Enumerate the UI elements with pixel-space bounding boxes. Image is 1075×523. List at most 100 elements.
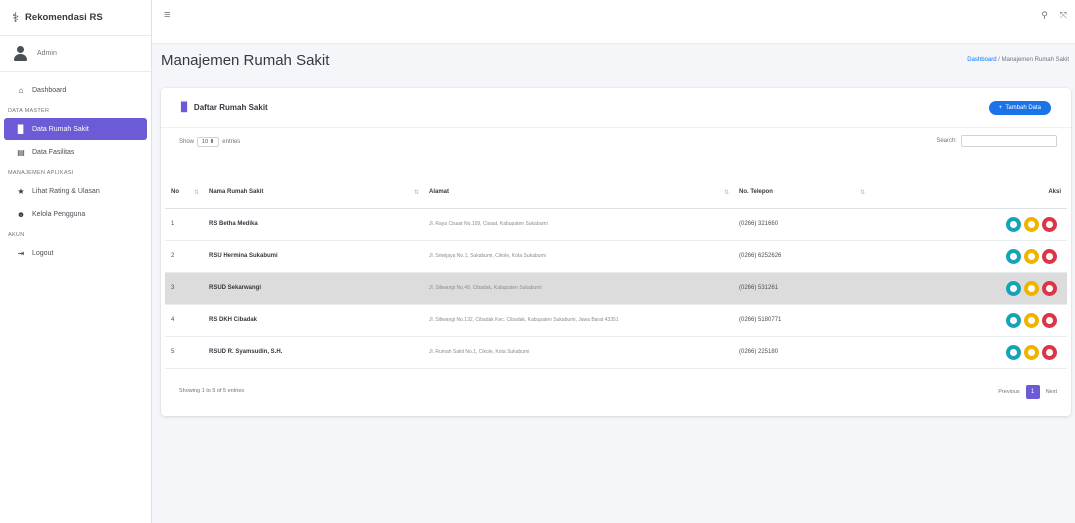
- cell-no: 2: [165, 240, 203, 273]
- home-icon: ⌂: [18, 85, 24, 95]
- sidebar-nav: ⌂ Dashboard DATA MASTER ▉ Data Rumah Sak…: [0, 72, 151, 264]
- menu-toggle-icon[interactable]: ≡: [164, 9, 170, 21]
- hospital-logo-icon: ⚕: [12, 9, 20, 25]
- delete-trash-icon[interactable]: [1042, 344, 1057, 360]
- sidebar-item-label: Logout: [32, 249, 54, 257]
- header-nama[interactable]: Nama Rumah Sakit ⇅: [203, 176, 423, 209]
- delete-trash-icon[interactable]: [1042, 216, 1057, 232]
- cell-actions: [869, 304, 1067, 337]
- facilities-icon: ▤: [17, 147, 25, 157]
- cell-hospital-name: RSUD Sekarwangi: [203, 272, 423, 305]
- delete-trash-icon[interactable]: [1042, 280, 1057, 296]
- sidebar-item-label: Kelola Pengguna: [32, 210, 86, 218]
- sidebar: ⚕ Rekomendasi RS Admin ⌂ Dashboard DATA …: [0, 0, 152, 523]
- header-no[interactable]: No ⇅: [165, 176, 203, 209]
- cell-no: 5: [165, 336, 203, 369]
- cell-no: 3: [165, 272, 203, 305]
- search-label: Search:: [936, 138, 957, 144]
- view-eye-icon[interactable]: [1006, 216, 1021, 232]
- search-input[interactable]: [961, 135, 1057, 147]
- plus-icon: +: [998, 104, 1003, 111]
- entries-select[interactable]: 10 ⬍: [197, 137, 220, 147]
- page-1-button[interactable]: 1: [1025, 385, 1040, 399]
- view-eye-icon[interactable]: [1006, 280, 1021, 296]
- delete-trash-icon[interactable]: [1042, 312, 1057, 328]
- building-icon: ▉: [17, 124, 25, 134]
- delete-trash-icon[interactable]: [1042, 248, 1057, 264]
- cell-address: Jl. Raya Cisaat No.109, Cisaat, Kabupate…: [423, 208, 733, 241]
- cell-phone: (0266) 531261: [733, 272, 869, 305]
- building-icon: ▉: [181, 102, 188, 112]
- sidebar-item-data-fasilitas[interactable]: ▤ Data Fasilitas: [4, 141, 147, 163]
- table-search: Search:: [936, 135, 1057, 147]
- sidebar-section-akun: AKUN: [8, 232, 25, 238]
- sidebar-item-data-rumah-sakit[interactable]: ▉ Data Rumah Sakit: [4, 118, 147, 140]
- previous-button[interactable]: Previous: [998, 389, 1019, 395]
- brand-title: Rekomendasi RS: [25, 12, 103, 23]
- sidebar-section-data-master: DATA MASTER: [8, 108, 50, 114]
- card-title-text: Daftar Rumah Sakit: [193, 103, 268, 112]
- cell-address: Jl. Siliwangi No.49, Cibadak, Kabupaten …: [423, 272, 733, 305]
- cell-actions: [869, 240, 1067, 273]
- cell-phone: (0266) 5180771: [733, 304, 869, 337]
- cell-hospital-name: RSU Hermina Sukabumi: [203, 240, 423, 273]
- sidebar-item-label: Dashboard: [32, 86, 67, 94]
- cell-address: Jl. Siliwangi No.132, Cibadak Kec. Cibad…: [423, 304, 733, 337]
- cell-no: 4: [165, 304, 203, 337]
- cell-address: Jl. Rumah Sakit No.1, Cikole, Kota Sukab…: [423, 336, 733, 369]
- hospital-list-card: ▉ Daftar Rumah Sakit + Tambah Data Show …: [161, 88, 1071, 416]
- header-telepon[interactable]: No. Telepon ⇅: [733, 176, 869, 209]
- table-row: 1 RS Betha Medika Jl. Raya Cisaat No.109, …: [165, 208, 1067, 241]
- star-icon: ★: [17, 186, 25, 196]
- table-info: Showing 1 to 5 of 5 entries: [179, 388, 245, 394]
- header-alamat[interactable]: Alamat ⇅: [423, 176, 733, 209]
- add-data-button[interactable]: + Tambah Data: [988, 100, 1051, 115]
- sidebar-item-logout[interactable]: ⇥ Logout: [4, 242, 147, 264]
- brand[interactable]: ⚕ Rekomendasi RS: [0, 0, 151, 36]
- cell-hospital-name: RS Betha Medika: [203, 208, 423, 241]
- edit-pencil-icon[interactable]: [1024, 344, 1039, 360]
- breadcrumb-dashboard-link[interactable]: Dashboard: [967, 57, 996, 63]
- page-title: Manajemen Rumah Sakit: [161, 52, 330, 69]
- logout-icon: ⇥: [17, 248, 25, 258]
- hospital-table: No ⇅ Nama Rumah Sakit ⇅ Alamat ⇅ No. Telepo…: [165, 176, 1067, 369]
- cell-hospital-name: RSUD R. Syamsudin, S.H.: [203, 336, 423, 369]
- breadcrumb-current: Manajemen Rumah Sakit: [1001, 57, 1069, 63]
- sidebar-item-label: Lihat Rating & Ulasan: [32, 187, 100, 195]
- sidebar-item-label: Data Fasilitas: [32, 148, 75, 156]
- table-controls: Show 10 ⬍ entries Search:: [161, 128, 1071, 154]
- sidebar-item-lihat-rating[interactable]: ★ Lihat Rating & Ulasan: [4, 180, 147, 202]
- add-data-label: Tambah Data: [1005, 104, 1041, 111]
- top-navbar: ≡ ⚲ ⤧: [152, 0, 1075, 44]
- card-header: ▉ Daftar Rumah Sakit + Tambah Data: [161, 88, 1071, 128]
- next-button[interactable]: Next: [1046, 389, 1057, 395]
- fullscreen-icon[interactable]: ⤧: [1060, 10, 1067, 21]
- entries-label: entries: [222, 139, 241, 145]
- top-icons: ⚲ ⤧: [1041, 10, 1067, 21]
- user-name: Admin: [37, 50, 57, 57]
- edit-pencil-icon[interactable]: [1024, 280, 1039, 296]
- edit-pencil-icon[interactable]: [1024, 216, 1039, 232]
- sidebar-item-dashboard[interactable]: ⌂ Dashboard: [4, 79, 147, 101]
- breadcrumb: Dashboard / Manajemen Rumah Sakit: [967, 57, 1069, 63]
- user-panel[interactable]: Admin: [0, 36, 151, 72]
- edit-pencil-icon[interactable]: [1024, 312, 1039, 328]
- view-eye-icon[interactable]: [1006, 312, 1021, 328]
- edit-pencil-icon[interactable]: [1024, 248, 1039, 264]
- view-eye-icon[interactable]: [1006, 344, 1021, 360]
- search-icon[interactable]: ⚲: [1041, 10, 1048, 21]
- view-eye-icon[interactable]: [1006, 248, 1021, 264]
- sidebar-item-kelola-pengguna[interactable]: ☻ Kelola Pengguna: [4, 203, 147, 225]
- card-title: ▉ Daftar Rumah Sakit: [181, 102, 268, 113]
- cell-address: Jl. Sriwijaya No.1, Sukabumi, Cikole, Ko…: [423, 240, 733, 273]
- table-row: 3 RSUD Sekarwangi Jl. Siliwangi No.49, Cib…: [165, 272, 1067, 305]
- sidebar-item-label: Data Rumah Sakit: [32, 125, 89, 133]
- cell-phone: (0266) 225180: [733, 336, 869, 369]
- cell-actions: [869, 208, 1067, 241]
- user-avatar-icon: [14, 46, 27, 61]
- cell-no: 1: [165, 208, 203, 241]
- table-row: 2 RSU Hermina Sukabumi Jl. Sriwijaya No.1,…: [165, 240, 1067, 273]
- table-row: 5 RSUD R. Syamsudin, S.H. Jl. Rumah Sakit …: [165, 336, 1067, 369]
- header-aksi: Aksi: [869, 176, 1067, 209]
- cell-actions: [869, 336, 1067, 369]
